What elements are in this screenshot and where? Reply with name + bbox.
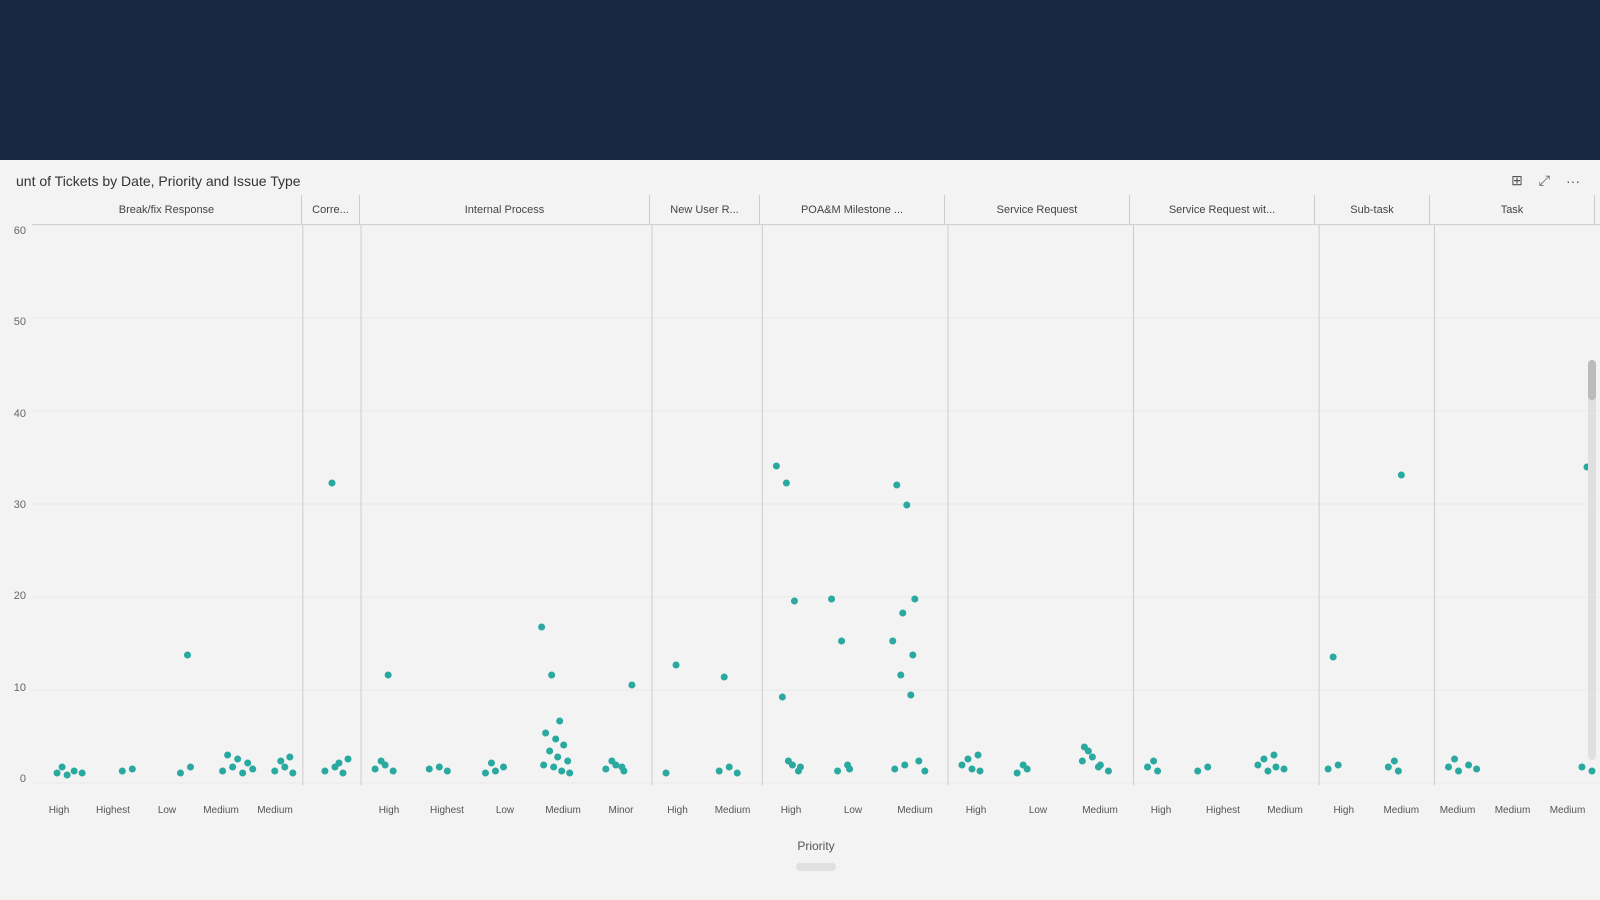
x-label-subtask-medium: Medium xyxy=(1373,805,1430,816)
x-label-internal-medium: Medium xyxy=(534,805,592,816)
x-label-poam-high: High xyxy=(760,805,822,816)
x-label-srwit-highest: Highest xyxy=(1192,805,1254,816)
x-label-breakfix-low: Low xyxy=(140,805,194,816)
x-label-group-poam: High Low Medium xyxy=(760,805,945,816)
scatter-area xyxy=(32,225,1600,801)
x-label-breakfix-medium2: Medium xyxy=(248,805,302,816)
x-label-task-medium2: Medium xyxy=(1485,805,1540,816)
y-label-10: 10 xyxy=(14,682,26,694)
more-button[interactable]: ··· xyxy=(1562,171,1584,191)
x-label-task-medium1: Medium xyxy=(1430,805,1485,816)
x-label-group-breakfix: High Highest Low Medium Medium xyxy=(32,805,302,816)
x-label-group-srwit: High Highest Medium xyxy=(1130,805,1315,816)
x-label-srwit-medium: Medium xyxy=(1254,805,1316,816)
y-axis: 60 50 40 30 20 10 0 xyxy=(0,225,32,785)
x-label-newuser-high: High xyxy=(650,805,705,816)
x-axis-title: Priority xyxy=(32,837,1600,859)
x-label-poam-medium: Medium xyxy=(884,805,946,816)
x-label-group-task: Medium Medium Medium xyxy=(1430,805,1595,816)
chart-body: 60 50 40 30 20 10 0 Break/fix Response C… xyxy=(0,195,1600,875)
x-label-newuser-medium: Medium xyxy=(705,805,760,816)
chart-plot-area: Break/fix Response Corre... Internal Pro… xyxy=(32,195,1600,875)
y-label-40: 40 xyxy=(14,408,26,420)
scrollbar-placeholder[interactable] xyxy=(796,863,836,871)
col-header-sr: Service Request xyxy=(945,195,1130,225)
columns-header: Break/fix Response Corre... Internal Pro… xyxy=(32,195,1600,225)
chart-header: unt of Tickets by Date, Priority and Iss… xyxy=(0,160,1600,195)
x-label-breakfix-high: High xyxy=(32,805,86,816)
x-label-sr-high: High xyxy=(945,805,1007,816)
col-header-newuser: New User R... xyxy=(650,195,760,225)
y-label-30: 30 xyxy=(14,499,26,511)
x-labels-row: High Highest Low Medium Medium High High… xyxy=(32,801,1600,837)
x-label-task-medium3: Medium xyxy=(1540,805,1595,816)
x-label-group-newuser: High Medium xyxy=(650,805,760,816)
filter-button[interactable]: ⊞ xyxy=(1507,170,1527,191)
x-label-sr-low: Low xyxy=(1007,805,1069,816)
y-label-50: 50 xyxy=(14,316,26,328)
x-label-breakfix-highest: Highest xyxy=(86,805,140,816)
x-label-sr-medium: Medium xyxy=(1069,805,1131,816)
bottom-handle xyxy=(32,859,1600,875)
x-label-group-internal: High Highest Low Medium Minor xyxy=(360,805,650,816)
chart-actions: ⊞ ⤢ ··· xyxy=(1507,170,1584,191)
col-header-task: Task xyxy=(1430,195,1595,225)
x-label-group-subtask: High Medium xyxy=(1315,805,1430,816)
col-header-poam: POA&M Milestone ... xyxy=(760,195,945,225)
expand-button[interactable]: ⤢ xyxy=(1535,170,1554,191)
x-label-internal-minor: Minor xyxy=(592,805,650,816)
x-label-subtask-high: High xyxy=(1315,805,1372,816)
x-label-internal-low: Low xyxy=(476,805,534,816)
y-label-60: 60 xyxy=(14,225,26,237)
x-label-breakfix-medium1: Medium xyxy=(194,805,248,816)
y-label-20: 20 xyxy=(14,590,26,602)
col-header-breakfix: Break/fix Response xyxy=(32,195,302,225)
y-label-0: 0 xyxy=(20,773,26,785)
x-label-internal-high: High xyxy=(360,805,418,816)
col-header-internal: Internal Process xyxy=(360,195,650,225)
col-header-srwit: Service Request wit... xyxy=(1130,195,1315,225)
x-label-internal-highest: Highest xyxy=(418,805,476,816)
scatter-svg xyxy=(32,225,1600,785)
x-label-poam-low: Low xyxy=(822,805,884,816)
chart-container: unt of Tickets by Date, Priority and Iss… xyxy=(0,160,1600,900)
col-header-subtask: Sub-task xyxy=(1315,195,1430,225)
right-scrollbar[interactable] xyxy=(1588,360,1596,760)
x-label-srwit-high: High xyxy=(1130,805,1192,816)
col-header-corre: Corre... xyxy=(302,195,360,225)
x-label-group-sr: High Low Medium xyxy=(945,805,1130,816)
chart-title: unt of Tickets by Date, Priority and Iss… xyxy=(16,173,301,189)
top-bar xyxy=(0,0,1600,160)
